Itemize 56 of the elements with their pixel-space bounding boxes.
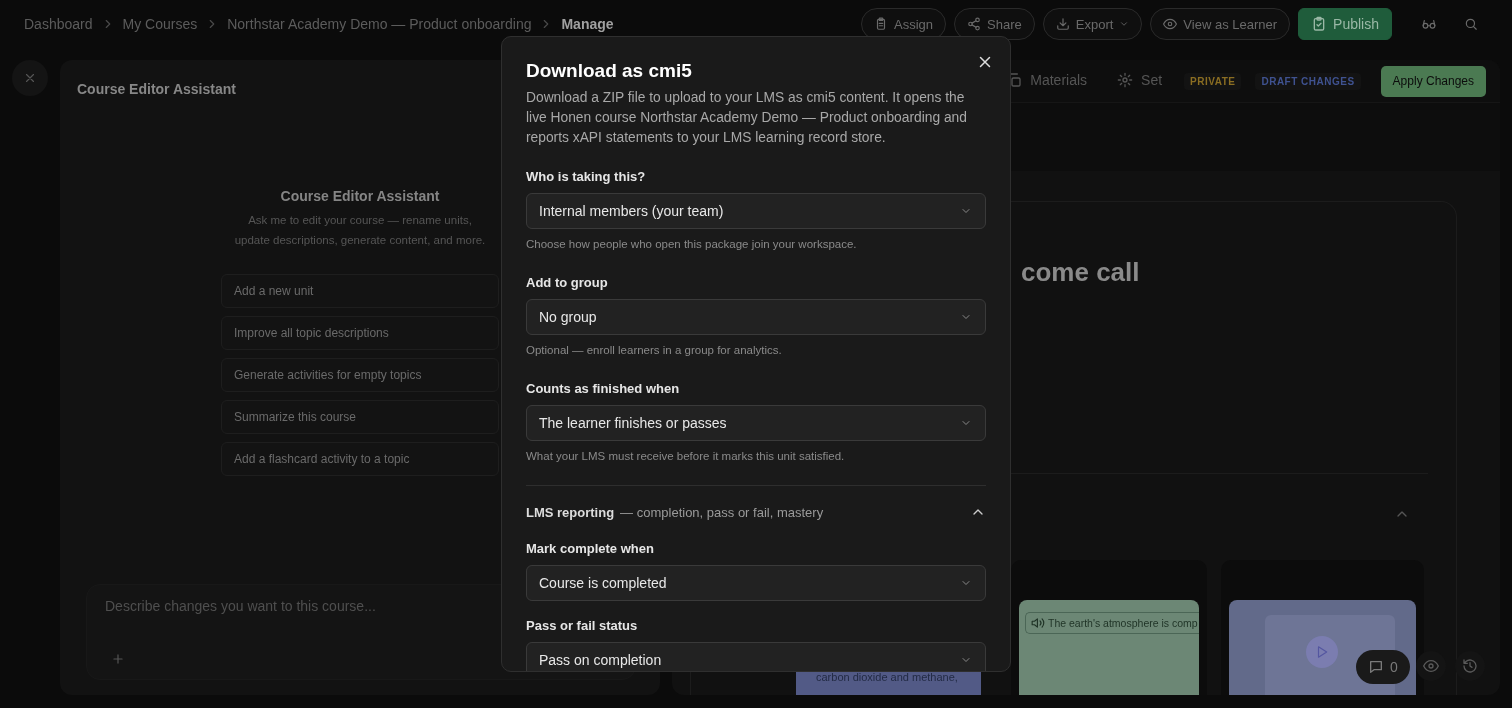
share-icon [967, 17, 982, 31]
chat-input-field[interactable]: Describe changes you want to this course... [105, 598, 617, 614]
breadcrumb-link[interactable]: Dashboard [24, 16, 93, 32]
dialog-description: Download a ZIP file to upload to your LMS as cmi5 content. It opens the live Honen course Northstar Academy Demo — Product onboarding and reports xAPI statements to your LMS learning record store. [526, 89, 968, 147]
comment-icon [1368, 659, 1384, 675]
assistant-heading: Course Editor Assistant [280, 188, 440, 204]
panel-title: Course Editor Assistant [77, 81, 236, 97]
eye-icon [1163, 17, 1178, 31]
speaker-icon [1031, 616, 1045, 630]
editor-tab[interactable]: Materials [998, 66, 1096, 96]
select-field[interactable]: Pass on completion [526, 642, 986, 671]
suggestion-item[interactable]: Improve all topic descriptions [221, 316, 499, 350]
select-field[interactable]: The learner finishes or passes [526, 405, 986, 441]
toolbar-button[interactable]: Export [1042, 8, 1143, 40]
apply-changes-button[interactable]: Apply Changes [1380, 65, 1486, 97]
suggestion-item[interactable]: Add a flashcard activity to a topic [221, 442, 499, 476]
status-badge: PRIVATE [1184, 72, 1242, 90]
glasses-icon [1422, 17, 1436, 31]
eye-icon [1423, 658, 1439, 674]
slide-text: carbon dioxide and methane, [816, 671, 958, 684]
download-icon [1055, 17, 1070, 31]
field-label: Add to group [526, 274, 609, 292]
select-field[interactable]: No group [526, 299, 986, 335]
field-label: Mark complete when [526, 540, 655, 558]
field-label: Pass or fail status [526, 617, 639, 635]
field-help-text: Optional — enroll learners in a group for analytics. [526, 343, 783, 358]
field-label: Counts as finished when [526, 380, 681, 398]
breadcrumb-link[interactable]: My Courses [122, 16, 198, 32]
select-field[interactable]: Internal members (your team) [526, 193, 986, 229]
audio-caption: The earth's atmosphere is comp [1025, 612, 1199, 634]
field-help-text: What your LMS must receive before it marks this unit satisfied. [526, 449, 846, 464]
unit-title: come call [1021, 256, 1141, 289]
close-assistant-button[interactable] [12, 60, 48, 96]
toolbar-button[interactable]: Share [954, 8, 1035, 40]
breadcrumb-link[interactable]: Manage [561, 16, 614, 32]
suggestion-item[interactable]: Add a new unit [221, 274, 499, 308]
history-icon [1462, 658, 1478, 674]
dialog-title: Download as cmi5 [526, 59, 693, 83]
play-icon [1315, 645, 1329, 659]
editor-tab[interactable]: Set [1109, 66, 1171, 96]
publish-button[interactable]: Publish [1298, 8, 1392, 40]
search-icon [1464, 17, 1478, 31]
select-field[interactable]: Course is completed [526, 565, 986, 601]
section-toggle[interactable]: LMS reporting — completion, pass or fail, mastery [526, 504, 986, 520]
suggestion-item[interactable]: Generate activities for empty topics [221, 358, 499, 392]
breadcrumb-link[interactable]: Northstar Academy Demo — Product onboarding [227, 16, 532, 32]
suggestion-item[interactable]: Summarize this course [221, 400, 499, 434]
toolbar-button[interactable]: View as Learner [1150, 8, 1291, 40]
status-badge: DRAFT CHANGES [1255, 72, 1361, 90]
field-label: Who is taking this? [526, 168, 647, 186]
close-icon [23, 71, 37, 85]
caret-icon [1119, 19, 1130, 29]
plus-icon [111, 652, 125, 666]
assistant-description: Ask me to edit your course — rename units, update descriptions, generate content, and more. [233, 213, 487, 248]
gear-icon [1117, 72, 1134, 88]
field-help-text: Choose how people who open this package join your workspace. [526, 237, 858, 252]
